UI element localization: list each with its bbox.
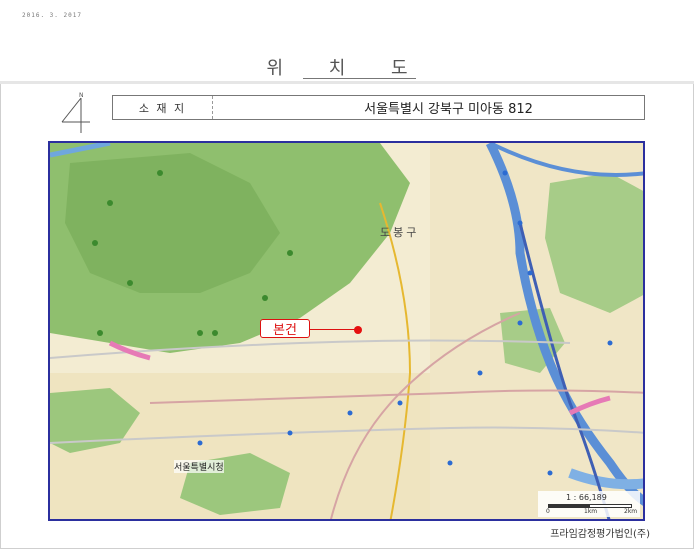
scale-tick: 2km: [624, 508, 638, 515]
address-value: 서울특별시 강북구 미아동 812: [364, 102, 533, 117]
header: 2016. 3. 2017 위 치 도: [0, 0, 694, 84]
city-hall-label: 서울특별시청: [174, 460, 224, 473]
title-underline: [303, 78, 416, 79]
location-map[interactable]: 도봉구 서울특별시청 1 : 66,189 0 1km 2km: [48, 141, 645, 521]
subject-property-label: 본건: [260, 319, 310, 338]
address-table: 소 재 지 서울특별시 강북구 미아동 812: [112, 95, 645, 120]
scale-ratio: 1 : 66,189: [566, 493, 607, 502]
map-graphic: [50, 143, 643, 519]
district-label: 도봉구: [380, 226, 420, 239]
scale-tick: 0: [546, 508, 550, 515]
date-stamp: 2016. 3. 2017: [22, 12, 82, 19]
north-label: N: [79, 92, 84, 99]
document-title: 위 치 도: [266, 58, 428, 79]
address-label: 소 재 지: [113, 96, 213, 119]
scale-tick: 1km: [584, 508, 598, 515]
subject-leader-line: [310, 329, 356, 330]
map-scale: 1 : 66,189 0 1km 2km: [538, 491, 640, 517]
north-arrow-icon: N: [60, 90, 94, 134]
subject-marker-icon: [354, 326, 362, 334]
appraisal-firm: 프라임감정평가법인(주): [550, 529, 650, 540]
